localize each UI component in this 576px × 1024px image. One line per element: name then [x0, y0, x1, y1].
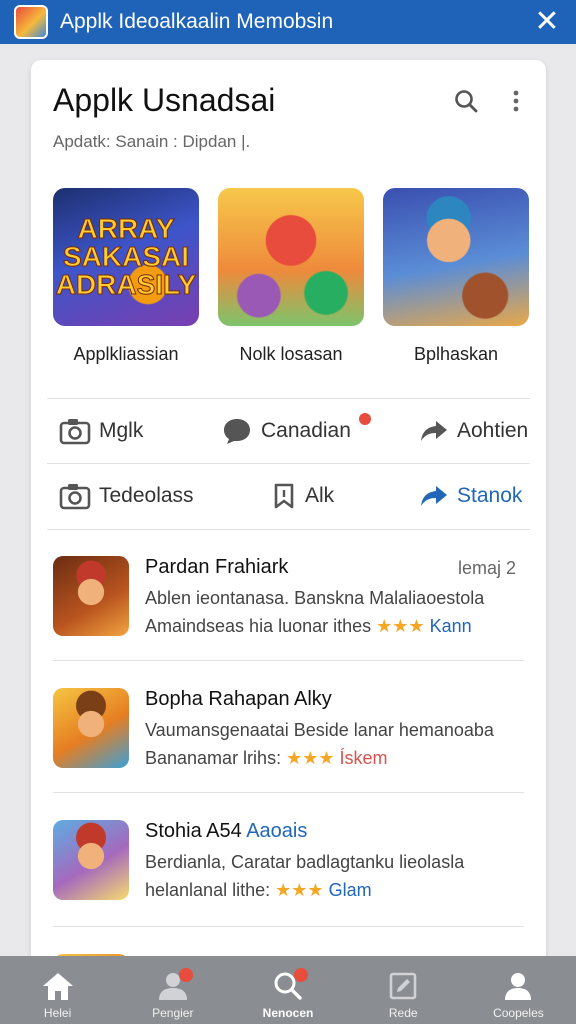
search-icon[interactable]	[449, 84, 483, 118]
camera-icon	[59, 484, 91, 510]
action-label: Tedeolass	[99, 484, 194, 507]
rating-stars: ★★★	[275, 880, 324, 900]
close-icon[interactable]: ✕	[532, 7, 562, 37]
notification-badge	[359, 413, 371, 425]
action-alk-button[interactable]: Alk	[271, 464, 334, 528]
featured-tile[interactable]: ARRAY SAKASAI ADRASILY Applkliassian	[53, 188, 199, 365]
chat-bubble-icon	[224, 419, 250, 444]
action-label: Alk	[305, 484, 335, 507]
bookmark-icon	[274, 483, 294, 509]
item-link[interactable]: Glam	[329, 880, 372, 900]
action-label: Aohtien	[457, 419, 529, 442]
window-title: Applk Ideoalkaalin Memobsin	[60, 10, 334, 33]
nav-item-profile[interactable]: Coopeles	[461, 956, 576, 1024]
action-canadian-button[interactable]: Canadian	[221, 399, 371, 463]
list-item[interactable]: Pardan Frahiark lemaj 2 Ablen ieontanasa…	[31, 538, 546, 670]
featured-tile[interactable]: Bplhaskan	[383, 188, 529, 365]
nav-item-people[interactable]: Pengier	[115, 956, 230, 1024]
nav-item-home[interactable]: Helei	[0, 956, 115, 1024]
app-thumbnail: ARRAY SAKASAI ADRASILY	[53, 188, 199, 326]
more-vertical-icon[interactable]	[499, 84, 533, 118]
page-subtitle: Apdatk: Sanain : Dipdan |.	[53, 132, 251, 151]
featured-apps: ARRAY SAKASAI ADRASILY Applkliassian Nol…	[31, 188, 546, 368]
share-arrow-icon	[421, 486, 447, 506]
item-info-text: Bananamar lrihs:	[145, 748, 282, 768]
share-arrow-icon	[421, 421, 447, 441]
nav-label: Coopeles	[493, 1006, 544, 1020]
edit-icon	[385, 968, 421, 1004]
nav-label: Rede	[388, 1006, 418, 1020]
app-icon	[14, 5, 48, 39]
thumbnail-art-text: ARRAY SAKASAI ADRASILY	[55, 213, 197, 300]
item-tag[interactable]: Aaoais	[246, 820, 307, 842]
action-row: Mglk Canadian Aohtien	[31, 399, 546, 463]
item-description: Ablen ieontanasa. Banskna Malaliaoestola	[145, 588, 485, 608]
app-thumbnail	[53, 688, 129, 768]
item-title: Stohia A54 Aaoais	[145, 820, 307, 843]
tile-label: Bplhaskan	[413, 344, 499, 364]
divider	[53, 660, 524, 661]
action-stanok-button[interactable]: Stanok	[419, 464, 522, 528]
camera-icon	[59, 419, 91, 445]
action-label: Canadian	[261, 419, 351, 442]
action-aohtien-button[interactable]: Aohtien	[419, 399, 528, 463]
person-icon	[500, 968, 536, 1004]
page-title: Applk Usnadsai	[53, 82, 276, 118]
notification-badge	[179, 968, 194, 982]
action-mglk-button[interactable]: Mglk	[59, 399, 143, 463]
item-link[interactable]: Kann	[430, 616, 472, 636]
divider	[47, 529, 530, 530]
item-info-text: helanlanal lithe:	[145, 880, 271, 900]
bottom-navigation: Helei Pengier Nenocen Rede Coopeles	[0, 956, 576, 1024]
nav-label: Helei	[43, 1006, 72, 1020]
nav-label: Pengier	[152, 1006, 194, 1020]
item-title: Pardan Frahiark	[145, 556, 289, 578]
item-description: Berdianla, Caratar badlagtanku lieolasla	[145, 852, 465, 872]
app-thumbnail	[53, 820, 129, 900]
notification-badge	[294, 968, 309, 982]
item-description: Vaumansgenaatai Beside lanar hemanoaba	[145, 720, 494, 740]
card-header: Applk Usnadsai Apdatk: Sanain : Dipdan |…	[31, 60, 546, 160]
home-icon	[40, 968, 76, 1004]
divider	[53, 792, 524, 793]
item-link[interactable]: Ískem	[340, 748, 388, 768]
app-thumbnail	[218, 188, 364, 326]
rating-stars: ★★★	[286, 748, 335, 768]
action-label: Stanok	[457, 484, 523, 507]
tile-label: Nolk losasan	[239, 344, 343, 364]
item-title-text: Stohia A54	[145, 820, 242, 842]
featured-tile[interactable]: Nolk losasan	[218, 188, 364, 365]
app-thumbnail	[53, 556, 129, 636]
action-label: Mglk	[99, 419, 144, 442]
list-item[interactable]: Bopha Rahapan Alky Vaumansgenaatai Besid…	[31, 670, 546, 802]
tile-label: Applkliassian	[73, 344, 179, 364]
item-title: Bopha Rahapan Alky	[145, 688, 332, 710]
item-info: Amaindseas hia luonar ithes ★★★ Kann	[145, 616, 472, 637]
action-tedeolass-button[interactable]: Tedeolass	[59, 464, 194, 528]
item-info: helanlanal lithe: ★★★ Glam	[145, 880, 372, 901]
app-thumbnail	[383, 188, 529, 326]
list-item[interactable]: Stohia A54 Aaoais Berdianla, Caratar bad…	[31, 802, 546, 934]
title-bar: Applk Ideoalkaalin Memobsin ✕	[0, 0, 576, 44]
nav-label: Nenocen	[262, 1006, 314, 1020]
item-info-text: Amaindseas hia luonar ithes	[145, 616, 372, 636]
action-row: Tedeolass Alk Stanok	[31, 464, 546, 528]
rating-stars: ★★★	[376, 616, 425, 636]
item-meta: lemaj 2	[457, 558, 516, 578]
nav-item-edit[interactable]: Rede	[346, 956, 461, 1024]
main-card: Applk Usnadsai Apdatk: Sanain : Dipdan |…	[31, 60, 546, 980]
divider	[53, 926, 524, 927]
item-info: Bananamar lrihs: ★★★ Ískem	[145, 748, 388, 769]
nav-item-search[interactable]: Nenocen	[230, 956, 345, 1024]
